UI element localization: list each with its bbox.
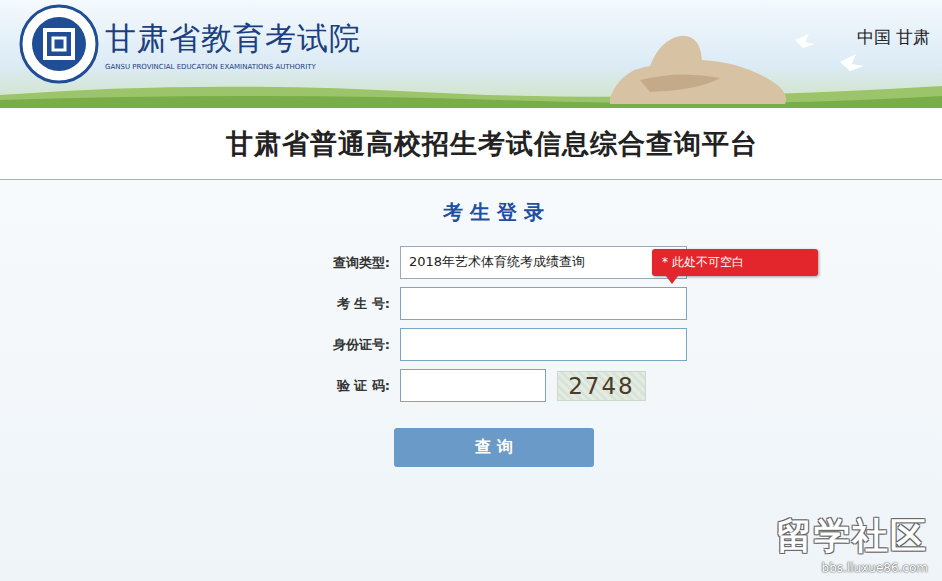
- captcha-input[interactable]: [400, 369, 546, 402]
- platform-title: 甘肃省普通高校招生考试信息综合查询平台: [226, 126, 758, 162]
- watermark-title: 留学社区: [776, 512, 928, 561]
- field-label: 考 生 号:: [300, 295, 390, 313]
- text-input[interactable]: [400, 328, 687, 361]
- field-label: 身份证号:: [300, 336, 390, 354]
- field-label: 查询类型:: [300, 254, 390, 272]
- platform-title-bar: 甘肃省普通高校招生考试信息综合查询平台: [0, 108, 942, 180]
- field-label: 验 证 码:: [300, 377, 390, 395]
- login-heading: 考 生 登 录: [300, 180, 687, 226]
- error-tooltip: * 此处不可空白: [652, 249, 818, 276]
- form-row: 考 生 号:: [300, 287, 942, 320]
- page: 甘肃省教育考试院 GANSU PROVINCIAL EDUCATION EXAM…: [0, 0, 942, 581]
- watermark: 留学社区 bbs.liuxue86.com: [776, 512, 928, 575]
- header-banner: 甘肃省教育考试院 GANSU PROVINCIAL EDUCATION EXAM…: [0, 0, 942, 108]
- exam-authority-logo-icon[interactable]: [19, 4, 99, 84]
- captcha-image[interactable]: 2748: [557, 371, 646, 401]
- site-subtitle: GANSU PROVINCIAL EDUCATION EXAMINATIONS …: [105, 63, 361, 71]
- query-type-select[interactable]: 2018年艺术体育统考成绩查询: [400, 246, 687, 279]
- login-form: 考 生 登 录 查询类型: 2018年艺术体育统考成绩查询 * 此处不可空白考 …: [0, 180, 942, 467]
- form-row: 身份证号:: [300, 328, 942, 361]
- watermark-url: bbs.liuxue86.com: [776, 561, 928, 575]
- login-area: 考 生 登 录 查询类型: 2018年艺术体育统考成绩查询 * 此处不可空白考 …: [0, 180, 942, 581]
- form-row: 验 证 码: 2748: [300, 369, 942, 402]
- site-title: 甘肃省教育考试院: [105, 18, 361, 60]
- brand: 甘肃省教育考试院 GANSU PROVINCIAL EDUCATION EXAM…: [0, 0, 361, 84]
- text-input[interactable]: [400, 287, 687, 320]
- region-label: 中国 甘肃: [857, 0, 942, 49]
- query-button[interactable]: 查 询: [394, 428, 594, 467]
- form-row: 查询类型: 2018年艺术体育统考成绩查询 * 此处不可空白: [300, 246, 942, 279]
